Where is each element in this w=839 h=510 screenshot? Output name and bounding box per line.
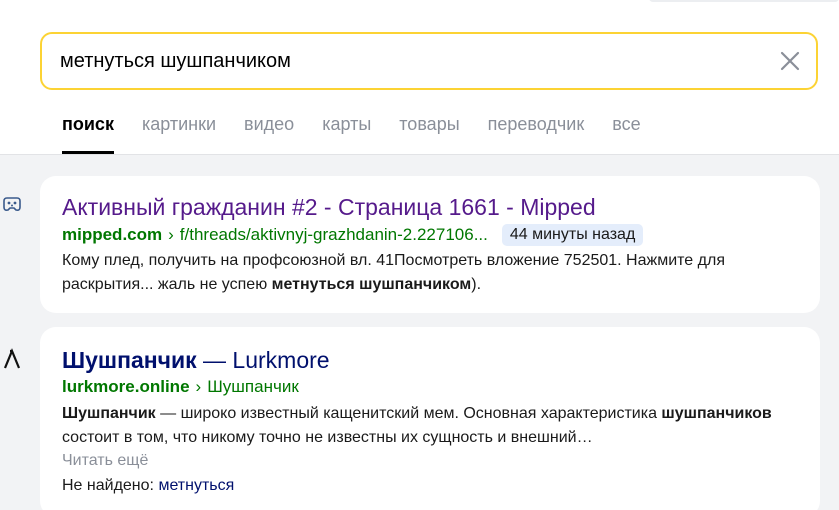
tab-all[interactable]: все [612, 112, 640, 154]
not-found-label: Не найдено: [62, 477, 154, 494]
tab-translator[interactable]: переводчик [488, 112, 585, 154]
snippet-highlight: шушпанчиков [661, 405, 772, 422]
gamepad-icon [0, 193, 24, 217]
lambda-icon [0, 347, 24, 371]
clear-search-button[interactable] [778, 49, 802, 73]
snippet-text: состоит в том, что никому точно не извес… [62, 429, 593, 446]
result-snippet: Шушпанчик — широко известный кащенитский… [62, 402, 792, 450]
snippet-text: — широко известный кащенитский мем. Осно… [155, 405, 662, 422]
result-snippet: Кому плед, получить на профсоюзной вл. 4… [62, 249, 792, 297]
tab-video[interactable]: видео [244, 112, 294, 154]
snippet-highlight: метнуться шушпанчиком [271, 276, 472, 293]
search-results-page: поиск картинки видео карты товары перево… [0, 0, 839, 510]
result-domain[interactable]: mipped.com [62, 224, 162, 246]
tab-products[interactable]: товары [399, 112, 459, 154]
search-result: Активный гражданин #2 - Страница 1661 - … [40, 176, 820, 313]
result-url: mipped.com › f/threads/aktivnyj-grazhdan… [62, 224, 644, 246]
close-icon [780, 51, 800, 71]
result-path[interactable]: f/threads/aktivnyj-grazhdanin-2.227106..… [180, 224, 488, 246]
tab-maps[interactable]: карты [322, 112, 371, 154]
snippet-highlight: Шушпанчик [62, 405, 156, 422]
search-header: поиск картинки видео карты товары перево… [0, 0, 839, 155]
time-badge: 44 минуты назад [501, 224, 644, 246]
search-tabs: поиск картинки видео карты товары перево… [62, 112, 669, 154]
read-more-link[interactable]: Читать ещё [62, 450, 148, 472]
snippet-text: ). [471, 276, 482, 293]
tab-search[interactable]: поиск [62, 112, 114, 154]
result-title-link[interactable]: Активный гражданин #2 - Страница 1661 - … [62, 193, 596, 221]
search-box[interactable] [40, 32, 818, 90]
title-highlight: Шушпанчик [62, 347, 197, 373]
tab-images[interactable]: картинки [142, 112, 216, 154]
not-found-word-link[interactable]: метнуться [158, 477, 234, 494]
result-title-link[interactable]: Шушпанчик — Lurkmore [62, 346, 330, 374]
result-url: lurkmore.online › Шушпанчик [62, 376, 299, 398]
breadcrumb-separator: › [195, 377, 202, 396]
search-result: Шушпанчик — Lurkmore lurkmore.online › Ш… [40, 327, 820, 510]
search-input[interactable] [60, 48, 750, 74]
title-text: — Lurkmore [196, 347, 330, 373]
result-path[interactable]: Шушпанчик [207, 376, 299, 398]
breadcrumb-separator: › [168, 225, 174, 244]
header-top-element [649, 0, 839, 2]
not-found-line: Не найдено: метнуться [62, 475, 234, 497]
result-domain[interactable]: lurkmore.online [62, 376, 190, 398]
